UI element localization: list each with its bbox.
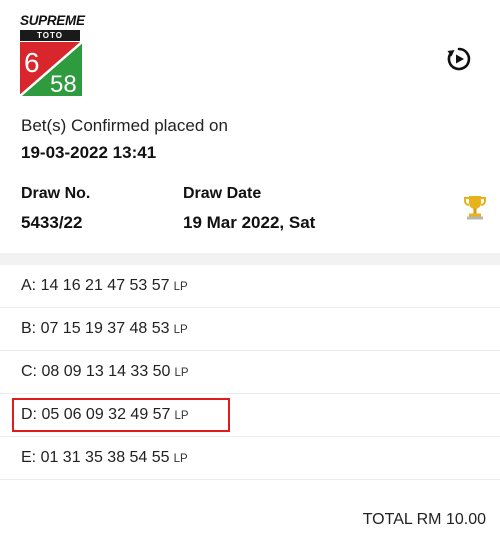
bet-row-e: E: 01 31 35 38 54 55 LP	[0, 437, 500, 480]
bet-row-a: A: 14 16 21 47 53 57 LP	[0, 265, 500, 308]
section-divider	[0, 253, 500, 265]
draw-date-value: 19 Mar 2022, Sat	[183, 213, 316, 232]
logo-sub-text: TOTO	[20, 30, 80, 41]
bet-tag: LP	[173, 281, 188, 293]
bet-tag: LP	[173, 324, 188, 336]
supreme-toto-logo: SUPREME TOTO 6 58	[20, 14, 86, 96]
bet-numbers: B: 07 15 19 37 48 53	[21, 320, 170, 337]
bet-numbers: A: 14 16 21 47 53 57	[21, 277, 170, 294]
bet-numbers: E: 01 31 35 38 54 55	[21, 449, 170, 466]
bet-row-c: C: 08 09 13 14 33 50 LP	[0, 351, 500, 394]
bet-tag: LP	[173, 453, 188, 465]
bet-tag: LP	[174, 367, 189, 379]
logo-number-graphic: 6 58	[20, 42, 82, 96]
replay-icon[interactable]	[446, 46, 472, 72]
svg-text:6: 6	[24, 47, 40, 78]
confirmation-label: Bet(s) Confirmed placed on	[21, 116, 228, 135]
bet-list: A: 14 16 21 47 53 57 LP B: 07 15 19 37 48…	[0, 265, 500, 480]
bet-numbers: C: 08 09 13 14 33 50	[21, 363, 171, 380]
bet-row-d: D: 05 06 09 32 49 57 LP	[0, 394, 500, 437]
ticket-header: SUPREME TOTO 6 58 Bet(s) Confirmed place…	[0, 0, 500, 250]
draw-number-label: Draw No.	[21, 185, 91, 202]
trophy-icon[interactable]	[462, 193, 488, 221]
logo-brand-text: SUPREME	[20, 13, 85, 28]
bet-tag: LP	[174, 410, 189, 422]
bet-row-b: B: 07 15 19 37 48 53 LP	[0, 308, 500, 351]
bet-numbers: D: 05 06 09 32 49 57	[21, 406, 171, 423]
draw-date-label: Draw Date	[183, 185, 262, 202]
total-amount: TOTAL RM 10.00	[362, 511, 486, 528]
svg-text:58: 58	[50, 71, 77, 96]
draw-number-value: 5433/22	[21, 213, 83, 232]
confirmation-datetime: 19-03-2022 13:41	[21, 143, 157, 162]
